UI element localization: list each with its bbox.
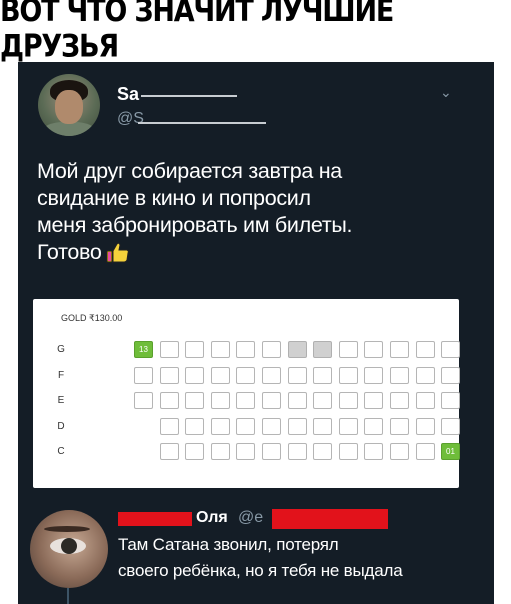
seat[interactable] <box>134 392 153 409</box>
seat[interactable] <box>288 367 307 384</box>
seat[interactable] <box>160 341 179 358</box>
seat[interactable] <box>390 367 409 384</box>
chevron-down-icon[interactable]: ⌄ <box>440 84 452 101</box>
seat[interactable] <box>211 443 230 460</box>
seat[interactable] <box>390 392 409 409</box>
seat[interactable] <box>236 367 255 384</box>
seat[interactable] <box>211 367 230 384</box>
seat[interactable] <box>288 418 307 435</box>
tweet-text-line-last: Готово <box>37 239 477 270</box>
reply-text-line: Там Сатана звонил, потерял <box>118 535 339 554</box>
seat[interactable] <box>390 443 409 460</box>
tweet-text-line: свидание в кино и попросил <box>37 186 311 210</box>
seat[interactable] <box>236 418 255 435</box>
tweet-text-line: Готово <box>37 240 102 264</box>
seat[interactable] <box>160 392 179 409</box>
reply-text: Там Сатана звонил, потерял своего ребёнк… <box>118 532 494 584</box>
seat[interactable] <box>211 418 230 435</box>
reply-text-line: своего ребёнка, но я тебя не выдала <box>118 561 403 580</box>
seat-row-label: C <box>57 446 65 457</box>
seat[interactable] <box>160 367 179 384</box>
tweet-text-line: меня забронировать им билеты. <box>37 213 353 237</box>
seat[interactable] <box>313 341 332 358</box>
seat-selected[interactable]: 01 <box>441 443 460 460</box>
reply-name-redaction <box>118 512 192 526</box>
seat-selected[interactable]: 13 <box>134 341 153 358</box>
thread-line <box>67 588 69 604</box>
seat-row-label: F <box>57 369 65 381</box>
seat[interactable] <box>364 341 383 358</box>
seat[interactable] <box>211 341 230 358</box>
seat[interactable] <box>339 341 358 358</box>
seat[interactable] <box>339 367 358 384</box>
seat-row-label: E <box>57 395 65 406</box>
seat[interactable] <box>288 392 307 409</box>
name-redaction <box>141 95 237 97</box>
seat[interactable] <box>313 418 332 435</box>
seat[interactable] <box>160 418 179 435</box>
seat[interactable] <box>236 392 255 409</box>
reply-avatar[interactable] <box>30 510 108 588</box>
seat[interactable] <box>339 418 358 435</box>
seat[interactable] <box>262 341 281 358</box>
tweet-text: Мой друг собирается завтра на свидание в… <box>37 158 477 270</box>
seat[interactable] <box>416 418 435 435</box>
seat[interactable] <box>313 443 332 460</box>
tweet-user-handle: @S <box>117 110 144 127</box>
avatar[interactable] <box>38 74 100 136</box>
tweet-card: Sa @S ⌄ Мой друг собирается завтра на св… <box>18 62 494 604</box>
seat[interactable] <box>211 392 230 409</box>
seat[interactable] <box>313 392 332 409</box>
reply-user-name[interactable]: Оля <box>196 509 228 527</box>
seat-price-header: GOLD ₹130.00 <box>61 313 123 323</box>
seat[interactable] <box>364 443 383 460</box>
seat[interactable] <box>288 443 307 460</box>
seat[interactable] <box>390 341 409 358</box>
seat[interactable] <box>185 418 204 435</box>
seat[interactable] <box>262 443 281 460</box>
seat[interactable] <box>339 392 358 409</box>
seat[interactable] <box>441 392 460 409</box>
seat[interactable] <box>262 367 281 384</box>
seat[interactable] <box>185 367 204 384</box>
seat[interactable] <box>416 443 435 460</box>
seat[interactable] <box>160 443 179 460</box>
seat[interactable] <box>262 392 281 409</box>
seat[interactable] <box>134 367 153 384</box>
seat-map: GOLD ₹130.00 G 13 F E D C 01 <box>33 299 460 488</box>
seat[interactable] <box>185 392 204 409</box>
meme-title: ВОТ ЧТО ЗНАЧИТ ЛУЧШИЕ ДРУЗЬЯ <box>0 0 394 65</box>
seat[interactable] <box>364 367 383 384</box>
seat-row-label: D <box>57 420 65 432</box>
tweet-user-name[interactable]: Sa <box>117 84 139 105</box>
seat[interactable] <box>441 341 460 358</box>
seat[interactable] <box>390 418 409 435</box>
seat[interactable] <box>416 367 435 384</box>
handle-redaction <box>138 122 266 124</box>
seat-row-label: G <box>57 344 65 355</box>
thumbs-up-icon <box>106 241 130 270</box>
seat[interactable] <box>364 392 383 409</box>
seat[interactable] <box>416 341 435 358</box>
seat[interactable] <box>339 443 358 460</box>
seat[interactable] <box>441 418 460 435</box>
seat[interactable] <box>416 392 435 409</box>
tweet-text-line: Мой друг собирается завтра на <box>37 159 342 183</box>
seat[interactable] <box>313 367 332 384</box>
seat[interactable] <box>185 443 204 460</box>
seat[interactable] <box>185 341 204 358</box>
seat[interactable] <box>441 367 460 384</box>
seat[interactable] <box>288 341 307 358</box>
reply-user-handle: @e <box>238 509 264 526</box>
seat[interactable] <box>364 418 383 435</box>
seat[interactable] <box>262 418 281 435</box>
seat[interactable] <box>236 443 255 460</box>
seat[interactable] <box>236 341 255 358</box>
reply-handle-redaction <box>272 509 388 529</box>
